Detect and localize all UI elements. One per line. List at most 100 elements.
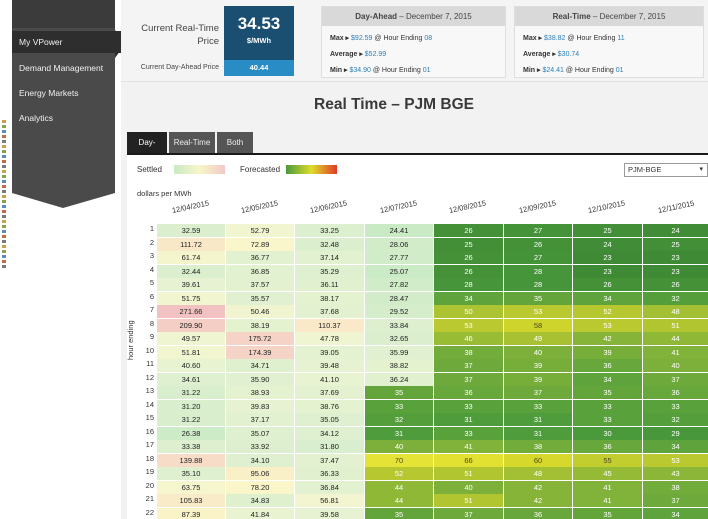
settled-price-cell: 35.10 bbox=[157, 467, 225, 480]
settled-price-cell: 31.80 bbox=[295, 440, 364, 453]
edge-mark bbox=[2, 225, 6, 228]
settled-price-cell: 49.57 bbox=[157, 332, 225, 345]
edge-mark bbox=[2, 240, 6, 243]
forecast-price-cell: 26 bbox=[504, 237, 572, 251]
forecast-price-cell: 44 bbox=[643, 332, 708, 345]
forecast-price-cell: 40 bbox=[643, 359, 708, 372]
current-price-unit: $/MWh bbox=[246, 36, 272, 45]
settled-price-cell: 36.11 bbox=[295, 278, 364, 291]
settled-price-cell: 33.25 bbox=[295, 224, 364, 237]
forecast-price-cell: 52 bbox=[573, 305, 642, 318]
hour-ending-label: 20 bbox=[145, 480, 154, 490]
settled-price-cell: 31.22 bbox=[157, 386, 225, 399]
tab-both[interactable]: Both bbox=[217, 132, 253, 153]
forecast-price-cell: 39 bbox=[573, 345, 642, 359]
sidebar-item-my-vpower[interactable]: My VPower bbox=[12, 31, 125, 53]
settled-price-cell: 33.38 bbox=[157, 440, 225, 453]
forecast-price-cell: 66 bbox=[434, 453, 503, 467]
forecast-price-cell: 31 bbox=[365, 426, 433, 440]
forecast-price-cell: 53 bbox=[643, 453, 708, 467]
settled-price-cell: 35.05 bbox=[295, 413, 364, 426]
avg-label: Average ▸ bbox=[523, 51, 556, 58]
forecast-price-cell: 33 bbox=[434, 399, 503, 413]
settled-price-cell: 56.81 bbox=[295, 494, 364, 507]
forecast-price-cell: 39 bbox=[504, 359, 572, 372]
forecast-price-cell: 24 bbox=[573, 237, 642, 251]
day-ahead-card-title: Day-Ahead bbox=[355, 12, 398, 21]
settled-price-cell: 26.38 bbox=[157, 426, 225, 440]
edge-mark bbox=[2, 230, 6, 233]
forecast-price-cell: 26 bbox=[434, 264, 503, 278]
hour-ending-label: 3 bbox=[149, 251, 154, 260]
forecast-price-cell: 41 bbox=[434, 440, 503, 453]
settled-price-cell: 50.46 bbox=[226, 305, 294, 318]
sidebar-item-analytics[interactable]: Analytics bbox=[12, 107, 115, 129]
forecast-price-cell: 58 bbox=[504, 318, 572, 332]
settled-price-cell: 38.17 bbox=[295, 291, 364, 305]
sidebar-item-energy-markets[interactable]: Energy Markets bbox=[12, 82, 115, 104]
forecast-price-cell: 35 bbox=[573, 507, 642, 519]
forecast-price-cell: 34 bbox=[434, 291, 503, 305]
hour-ending-label: 7 bbox=[149, 305, 154, 314]
settled-price-cell: 38.76 bbox=[295, 399, 364, 413]
settled-price-cell: 39.58 bbox=[295, 507, 364, 519]
forecast-price-cell: 38 bbox=[504, 440, 572, 453]
settled-price-cell: 39.48 bbox=[295, 359, 364, 372]
settled-price-cell: 35.07 bbox=[226, 426, 294, 440]
forecast-price-cell: 41 bbox=[643, 345, 708, 359]
settled-price-cell: 35.90 bbox=[226, 372, 294, 386]
forecast-price-cell: 38 bbox=[643, 480, 708, 494]
forecast-price-cell: 23 bbox=[573, 251, 642, 264]
forecast-price-cell: 37 bbox=[434, 507, 503, 519]
sidebar-header bbox=[12, 0, 115, 28]
min-hour: 01 bbox=[422, 67, 431, 74]
day-ahead-price-value: 40.44 bbox=[224, 60, 294, 76]
tab-day-ahead[interactable]: Day-Ahead bbox=[127, 132, 167, 168]
sidebar-item-demand-management[interactable]: Demand Management bbox=[12, 57, 115, 79]
settled-price-cell: 24.41 bbox=[365, 224, 433, 237]
settled-price-cell: 36.84 bbox=[295, 480, 364, 494]
price-summary: Current Real-Time Price 34.53 $/MWh Curr… bbox=[121, 0, 708, 82]
real-time-card-header: Real-Time – December 7, 2015 bbox=[515, 7, 703, 26]
settled-price-cell: 38.82 bbox=[365, 359, 433, 372]
forecast-price-cell: 30 bbox=[573, 426, 642, 440]
real-time-stats-card: Real-Time – December 7, 2015 Max ▸ $38.8… bbox=[514, 6, 704, 78]
legend-settled-swatch bbox=[174, 165, 225, 174]
forecast-price-cell: 51 bbox=[434, 467, 503, 480]
forecast-price-cell: 34 bbox=[643, 440, 708, 453]
forecast-price-cell: 42 bbox=[504, 494, 572, 507]
settled-price-cell: 27.82 bbox=[365, 278, 433, 291]
edge-mark bbox=[2, 170, 6, 173]
settled-price-cell: 174.39 bbox=[226, 345, 294, 359]
settled-price-cell: 61.74 bbox=[157, 251, 225, 264]
forecast-price-cell: 23 bbox=[643, 264, 708, 278]
min-label: Min ▸ bbox=[330, 67, 348, 74]
real-time-avg-row: Average ▸ $30.74 bbox=[523, 50, 579, 58]
settled-price-cell: 40.60 bbox=[157, 359, 225, 372]
settled-price-cell: 51.75 bbox=[157, 291, 225, 305]
edge-mark bbox=[2, 260, 6, 263]
tab-real-time[interactable]: Real-Time bbox=[169, 132, 215, 153]
edge-mark bbox=[2, 145, 6, 148]
forecast-price-cell: 33 bbox=[365, 399, 433, 413]
forecast-price-cell: 51 bbox=[643, 318, 708, 332]
max-hour: 11 bbox=[617, 35, 625, 42]
day-ahead-card-header: Day-Ahead – December 7, 2015 bbox=[322, 7, 505, 26]
settled-price-cell: 32.59 bbox=[157, 224, 225, 237]
settled-price-cell: 31.22 bbox=[157, 413, 225, 426]
edge-mark bbox=[2, 220, 6, 223]
settled-price-cell: 36.85 bbox=[226, 264, 294, 278]
day-ahead-card-date: – December 7, 2015 bbox=[399, 12, 472, 21]
min-value: $34.90 bbox=[349, 67, 371, 74]
settled-price-cell: 78.20 bbox=[226, 480, 294, 494]
hour-ending-label: 17 bbox=[145, 440, 154, 449]
edge-mark bbox=[2, 210, 6, 213]
forecast-price-cell: 26 bbox=[643, 278, 708, 291]
settled-price-cell: 37.47 bbox=[295, 453, 364, 467]
settled-price-cell: 35.57 bbox=[226, 291, 294, 305]
region-select[interactable]: PJM-BGE ▾ bbox=[624, 163, 708, 177]
settled-price-cell: 28.47 bbox=[365, 291, 433, 305]
forecast-price-cell: 38 bbox=[434, 345, 503, 359]
edge-mark bbox=[2, 235, 6, 238]
edge-mark bbox=[2, 140, 6, 143]
